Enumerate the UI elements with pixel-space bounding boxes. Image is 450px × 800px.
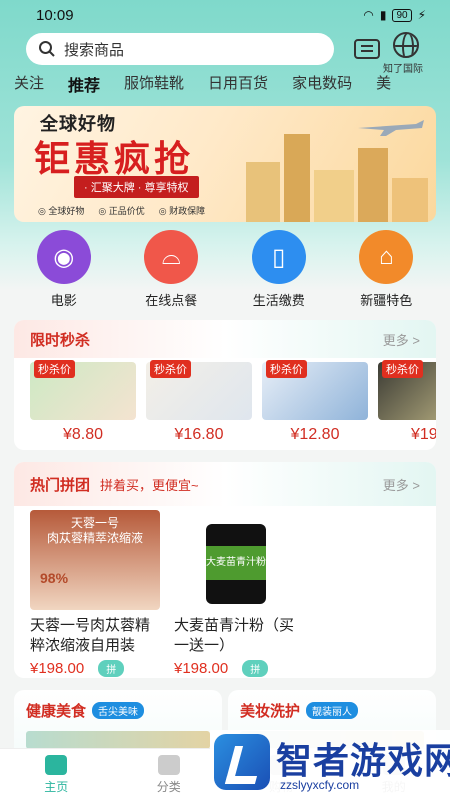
group-buy-badge[interactable]: 拼 (98, 660, 125, 677)
category-preview (26, 731, 210, 749)
product-image: 秒杀价 (146, 360, 252, 420)
service-food[interactable]: ⌓ 在线点餐 (126, 230, 216, 308)
tablet-icon: ▯ (251, 230, 306, 284)
flash-tag: 秒杀价 (150, 360, 191, 378)
status-time: 10:09 (36, 6, 74, 24)
status-bar: 10:09 ◠ ▮ 90 ⚡ (0, 0, 450, 30)
category-title: 美妆洗护 (240, 703, 301, 720)
flash-item[interactable]: 秒杀价 ¥19.9 (378, 360, 436, 444)
airplane-icon (358, 120, 424, 136)
tab-label: 主页 (44, 780, 69, 794)
banner-badge: 全球好物 (38, 204, 84, 217)
flash-sale-list: 秒杀价 ¥8.80 秒杀价 ¥16.80 秒杀价 ¥12.80 秒杀价 ¥19.… (14, 358, 436, 448)
flash-item[interactable]: 秒杀价 ¥12.80 (262, 360, 368, 444)
product-image: 秒杀价 (30, 360, 136, 420)
group-buy-header: 热门拼团 拼着买，更便宜~ 更多 > (14, 462, 436, 506)
dome-building-icon: ⌂ (359, 230, 414, 284)
tab-beauty[interactable]: 美 (376, 72, 391, 98)
home-icon (45, 755, 68, 775)
banner-badge: 财政保障 (159, 204, 205, 217)
service-label: 在线点餐 (145, 293, 198, 308)
product-image-text: 大麦苗青汁粉 (206, 546, 266, 580)
flash-price: ¥12.80 (290, 426, 340, 443)
service-xinjiang[interactable]: ⌂ 新疆特色 (341, 230, 431, 308)
flash-sale-header: 限时秒杀 更多 > (14, 320, 436, 358)
search-icon (39, 41, 55, 57)
banner-pill: · 汇聚大牌 · 尊享特权 (74, 176, 199, 198)
intl-button[interactable]: 知了国际 (383, 32, 428, 75)
group-buy-list: 天蓉一号 肉苁蓉精萃浓缩液 98% 天蓉一号肉苁蓉精粹浓缩液自用装 ¥198.0… (14, 506, 436, 678)
grid-icon (157, 755, 180, 775)
flash-sale-title: 限时秒杀 (30, 331, 91, 349)
search-input[interactable]: 搜索商品 (26, 33, 334, 65)
flash-item[interactable]: 秒杀价 ¥16.80 (146, 360, 252, 444)
food-cloche-icon: ⌓ (144, 230, 199, 284)
category-title: 健康美食 (26, 703, 87, 720)
watermark-url: zzslyyxcfy.com (280, 778, 360, 792)
flash-price: ¥16.80 (174, 426, 224, 443)
flash-price: ¥8.80 (62, 426, 104, 443)
tab-apparel[interactable]: 服饰鞋靴 (124, 72, 184, 98)
category-tag: 靓装丽人 (306, 702, 359, 719)
watermark-logo-icon (214, 734, 270, 790)
group-more-link[interactable]: 更多 > (383, 475, 420, 494)
tab-electronics[interactable]: 家电数码 (292, 72, 352, 98)
tab-home[interactable]: 主页 (0, 749, 113, 800)
flash-item[interactable]: 秒杀价 ¥8.80 (30, 360, 136, 444)
service-label: 电影 (50, 293, 77, 308)
message-icon[interactable] (354, 39, 380, 59)
flash-more-link[interactable]: 更多 > (383, 330, 420, 349)
flash-tag: 秒杀价 (266, 360, 307, 378)
group-item[interactable]: 大麦苗青汁粉 大麦苗青汁粉（买一送一） ¥198.00 拼 (174, 510, 304, 677)
flash-price: ¥19.9 (410, 426, 436, 443)
flash-tag: 秒杀价 (34, 360, 75, 378)
alert-icon: ▮ (379, 8, 387, 22)
service-grid: ◉ 电影 ⌓ 在线点餐 ▯ 生活缴费 ⌂ 新疆特色 (0, 230, 450, 308)
service-movie[interactable]: ◉ 电影 (19, 230, 109, 308)
site-watermark: 智者游戏网 zzslyyxcfy.com (210, 730, 450, 800)
tab-category[interactable]: 分类 (113, 749, 226, 800)
tab-recommend[interactable]: 推荐 (68, 72, 100, 98)
status-icons: ◠ ▮ 90 ⚡ (363, 8, 426, 22)
product-image: 天蓉一号 肉苁蓉精萃浓缩液 98% (30, 510, 160, 610)
banner-line2: 钜惠疯抢 (34, 138, 195, 179)
category-tag: 舌尖美味 (92, 702, 145, 719)
promo-banner[interactable]: 全球好物 钜惠疯抢 · 汇聚大牌 · 尊享特权 全球好物 正品价优 财政保障 (14, 106, 436, 222)
category-tabs: 关注 推荐 服饰鞋靴 日用百货 家电数码 美 (14, 72, 414, 98)
service-label: 新疆特色 (360, 293, 413, 308)
banner-badges: 全球好物 正品价优 财政保障 (38, 204, 205, 217)
tab-daily[interactable]: 日用百货 (208, 72, 268, 98)
group-item-price: ¥198.00 (30, 660, 85, 677)
film-reel-icon: ◉ (36, 230, 91, 284)
banner-city-illustration (236, 120, 436, 222)
wifi-icon: ◠ (363, 8, 374, 22)
product-image-text: 天蓉一号 肉苁蓉精萃浓缩液 (46, 516, 143, 545)
service-label: 生活缴费 (252, 293, 305, 308)
watermark-text: 智者游戏网 (276, 740, 450, 781)
tab-label: 分类 (156, 780, 181, 794)
product-image: 大麦苗青汁粉 (174, 510, 304, 610)
flash-sale-card: 限时秒杀 更多 > 秒杀价 ¥8.80 秒杀价 ¥16.80 秒杀价 ¥12.8… (14, 320, 436, 450)
search-row: 搜索商品 知了国际 (26, 32, 436, 75)
battery-icon: 90 (392, 8, 412, 22)
search-placeholder: 搜索商品 (64, 41, 125, 59)
tab-follow[interactable]: 关注 (14, 72, 44, 98)
service-bills[interactable]: ▯ 生活缴费 (234, 230, 324, 308)
globe-icon (393, 32, 419, 58)
banner-badge: 正品价优 (98, 204, 145, 217)
group-item-name: 天蓉一号肉苁蓉精粹浓缩液自用装 (30, 617, 151, 654)
group-item-name: 大麦苗青汁粉（买一送一） (174, 617, 295, 654)
product-image: 秒杀价 (378, 360, 436, 420)
group-item[interactable]: 天蓉一号 肉苁蓉精萃浓缩液 98% 天蓉一号肉苁蓉精粹浓缩液自用装 ¥198.0… (30, 510, 160, 677)
flash-tag: 秒杀价 (382, 360, 423, 378)
group-buy-badge[interactable]: 拼 (242, 660, 269, 677)
product-image-text: 98% (40, 570, 69, 586)
group-buy-subtitle: 拼着买，更便宜~ (100, 477, 199, 493)
group-buy-card: 热门拼团 拼着买，更便宜~ 更多 > 天蓉一号 肉苁蓉精萃浓缩液 98% 天蓉一… (14, 462, 436, 678)
charging-icon: ⚡ (417, 8, 426, 22)
group-buy-title: 热门拼团 (30, 476, 91, 494)
group-item-price: ¥198.00 (174, 660, 229, 677)
product-image: 秒杀价 (262, 360, 368, 420)
